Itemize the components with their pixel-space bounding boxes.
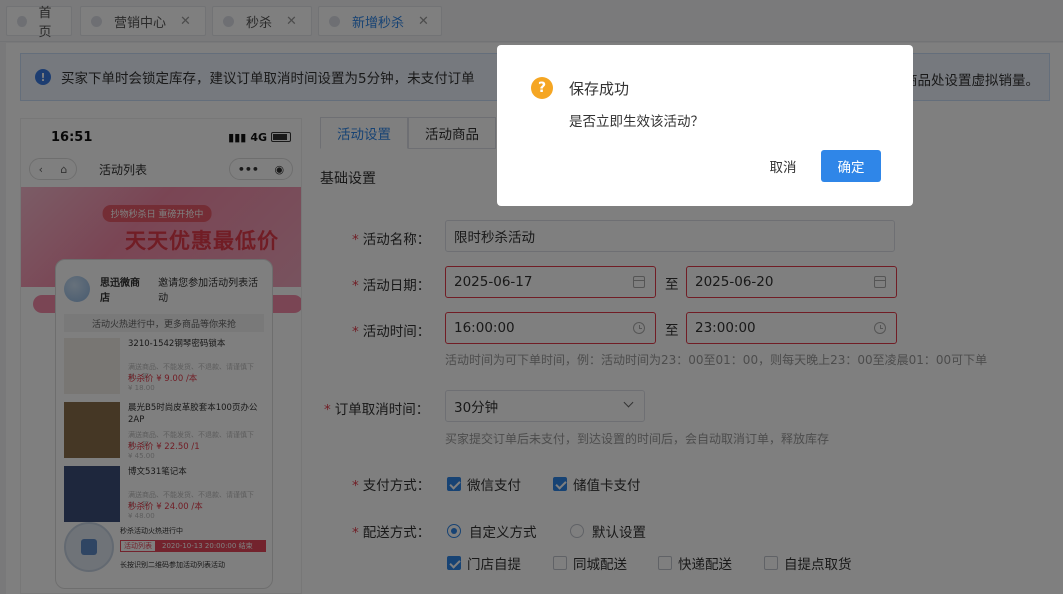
dialog-message: 是否立即生效该活动？ (569, 114, 704, 130)
confirm-dialog: ? 保存成功 是否立即生效该活动？ 取消 确定 (497, 45, 913, 206)
confirm-button[interactable]: 确定 (821, 150, 881, 182)
cancel-button[interactable]: 取消 (755, 150, 811, 182)
dialog-title: 保存成功 (569, 80, 630, 98)
question-icon: ? (531, 77, 553, 99)
